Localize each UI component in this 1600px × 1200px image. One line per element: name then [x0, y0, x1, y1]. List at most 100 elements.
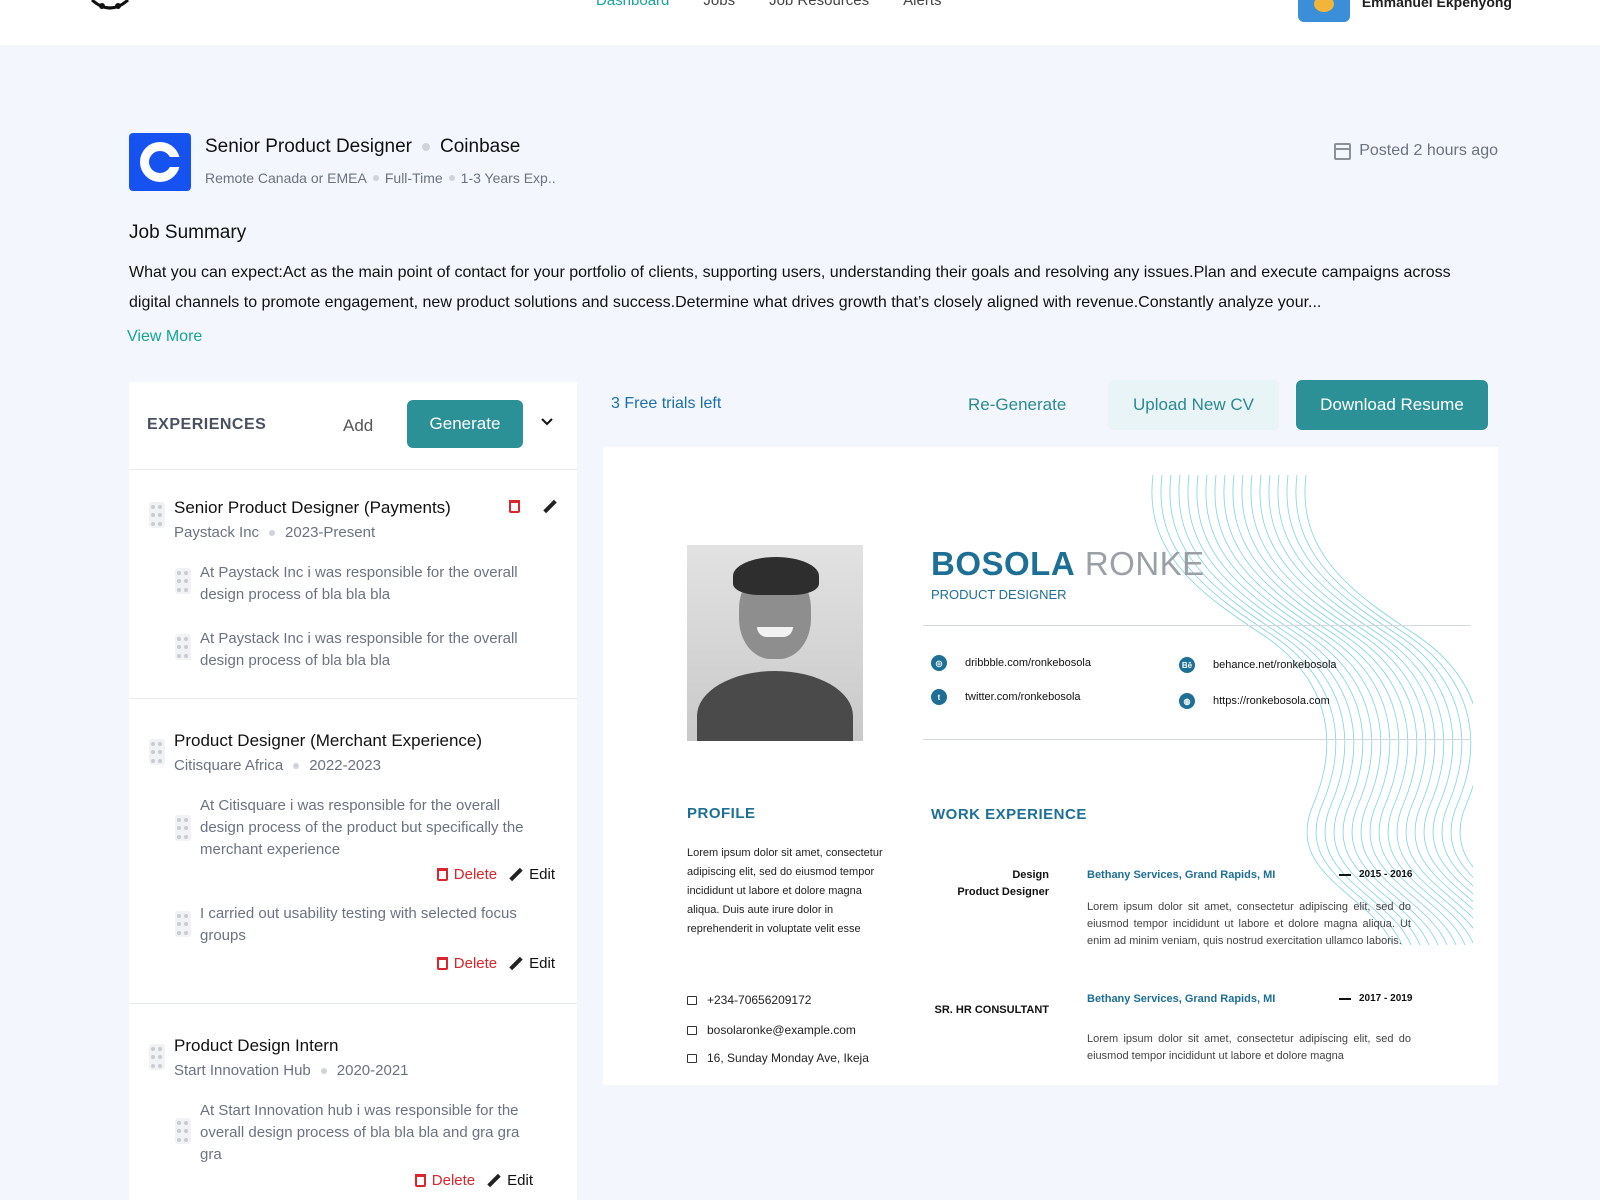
behance-icon: Bē: [1179, 657, 1195, 673]
drag-handle-icon[interactable]: [149, 502, 165, 528]
experience-item: Senior Product Designer (Payments) Payst…: [129, 470, 577, 699]
work-role: SR. HR CONSULTANT: [929, 1002, 1049, 1019]
job-title: Senior Product Designer: [205, 136, 412, 157]
location-icon: [687, 1053, 697, 1063]
generate-button[interactable]: Generate: [407, 400, 523, 448]
view-more-link[interactable]: View More: [127, 328, 202, 346]
trash-icon: [436, 868, 448, 881]
download-resume-button[interactable]: Download Resume: [1296, 380, 1488, 430]
experience-company: Paystack Inc: [174, 524, 260, 541]
experience-item: Product Design Intern Start Innovation H…: [129, 1004, 577, 1200]
delete-label: Delete: [453, 866, 498, 883]
behance-text: behance.net/ronkebosola: [1213, 659, 1337, 671]
delete-label: Delete: [453, 955, 498, 972]
address-line: 16, Sunday Monday Ave, Ikeja: [687, 1051, 869, 1065]
job-experience: 1-3 Years Exp..: [460, 170, 556, 186]
edit-label: Edit: [529, 955, 555, 972]
upload-cv-button[interactable]: Upload New CV: [1108, 380, 1279, 430]
work-company: Bethany Services, Grand Rapids, MI: [1087, 869, 1276, 881]
job-meta: Remote Canada or EMEA Full-Time 1-3 Year…: [205, 170, 556, 186]
pencil-icon: [509, 957, 523, 971]
experiences-panel: EXPERIENCES Add Generate Senior Product …: [129, 382, 577, 1200]
posted-label: Posted 2 hours ago: [1359, 142, 1498, 159]
coinbase-logo: [129, 133, 191, 191]
work-years: 2017 - 2019: [1339, 993, 1412, 1004]
experience-subtitle: Paystack Inc 2023-Present: [174, 524, 375, 541]
delete-label: Delete: [431, 1172, 476, 1189]
address-text: 16, Sunday Monday Ave, Ikeja: [707, 1051, 869, 1065]
mail-icon: [687, 1025, 697, 1035]
user-name: Emmanuel Ekpenyong: [1361, 0, 1512, 10]
separator-dot: [293, 762, 300, 769]
dribbble-text: dribbble.com/ronkebosola: [965, 657, 1091, 669]
phone-text: +234-70656209172: [707, 993, 812, 1007]
drag-handle-icon[interactable]: [175, 1118, 191, 1144]
experience-period: 2023-Present: [285, 524, 376, 541]
twitter-link[interactable]: t twitter.com/ronkebosola: [931, 689, 1081, 705]
dribbble-link[interactable]: ◎ dribbble.com/ronkebosola: [931, 655, 1091, 671]
bullet-actions: Delete Edit: [414, 1172, 533, 1189]
avatar: [1297, 0, 1350, 22]
behance-link[interactable]: Bē behance.net/ronkebosola: [1179, 657, 1337, 673]
drag-handle-icon[interactable]: [175, 634, 191, 660]
drag-handle-icon[interactable]: [149, 739, 165, 765]
job-title-row: Senior Product Designer Coinbase: [205, 136, 520, 158]
site-logo[interactable]: [88, 0, 132, 18]
regenerate-button[interactable]: Re-Generate: [968, 395, 1066, 415]
job-summary-heading: Job Summary: [129, 222, 247, 243]
work-company: Bethany Services, Grand Rapids, MI: [1087, 993, 1276, 1005]
drag-handle-icon[interactable]: [175, 815, 191, 841]
nav-alerts[interactable]: Alerts: [903, 0, 941, 9]
nav-dashboard[interactable]: Dashboard: [596, 0, 669, 9]
divider: [923, 625, 1471, 626]
job-summary-text: What you can expect:Act as the main poin…: [129, 264, 1451, 311]
delete-button[interactable]: Delete: [436, 866, 498, 883]
work-years: 2015 - 2016: [1339, 869, 1412, 880]
calendar-icon: [1334, 142, 1352, 160]
experience-title: Product Design Intern: [174, 1036, 339, 1055]
experience-company: Citisquare Africa: [174, 757, 284, 774]
edit-label: Edit: [529, 866, 555, 883]
resume-preview: BOSOLA RONKE PRODUCT DESIGNER ◎ dribbble…: [603, 447, 1498, 1085]
divider: [923, 739, 1471, 740]
phone-icon: [687, 995, 697, 1005]
edit-button[interactable]: Edit: [509, 955, 555, 972]
edit-label: Edit: [507, 1172, 533, 1189]
experience-title: Senior Product Designer (Payments): [174, 498, 451, 517]
drag-handle-icon[interactable]: [175, 911, 191, 937]
delete-button[interactable]: Delete: [436, 955, 498, 972]
work-role-line: SR. HR CONSULTANT: [934, 1004, 1049, 1016]
add-experience-button[interactable]: Add: [343, 416, 373, 436]
company-name[interactable]: Coinbase: [440, 136, 520, 158]
work-years-text: 2017 - 2019: [1359, 993, 1413, 1004]
edit-button[interactable]: Edit: [487, 1172, 533, 1189]
nav-jobs[interactable]: Jobs: [703, 0, 735, 9]
work-role-line: Product Designer: [957, 886, 1049, 898]
drag-handle-icon[interactable]: [175, 568, 191, 594]
delete-button[interactable]: Delete: [414, 1172, 476, 1189]
drag-handle-icon[interactable]: [149, 1044, 165, 1070]
email-text: bosolaronke@example.com: [707, 1023, 856, 1037]
separator-dot: [448, 175, 455, 181]
experience-bullet: At Paystack Inc i was responsible for th…: [200, 630, 518, 669]
work-role-line: Design: [1012, 869, 1049, 881]
chevron-down-icon[interactable]: [541, 416, 553, 428]
edit-button[interactable]: Edit: [509, 866, 555, 883]
website-link[interactable]: ◍ https://ronkebosola.com: [1179, 693, 1330, 709]
delete-icon[interactable]: [509, 500, 520, 513]
bullet-actions: Delete Edit: [436, 866, 555, 883]
globe-icon: ◍: [1179, 693, 1195, 709]
website-text: https://ronkebosola.com: [1213, 695, 1330, 707]
work-description: Lorem ipsum dolor sit amet, consectetur …: [1087, 901, 1411, 947]
experience-subtitle: Citisquare Africa 2022-2023: [174, 757, 381, 774]
nav-job-resources[interactable]: Job Resources: [769, 0, 869, 9]
profile-photo: [687, 545, 863, 741]
work-role: Design Product Designer: [929, 867, 1049, 901]
user-menu[interactable]: Emmanuel Ekpenyong: [1297, 0, 1512, 22]
separator-dot: [422, 143, 430, 151]
separator-dot: [320, 1067, 327, 1074]
first-name: BOSOLA: [931, 545, 1076, 582]
edit-icon[interactable]: [543, 500, 557, 514]
pencil-icon: [487, 1174, 501, 1188]
main-nav: Dashboard Jobs Job Resources Alerts: [596, 0, 941, 9]
